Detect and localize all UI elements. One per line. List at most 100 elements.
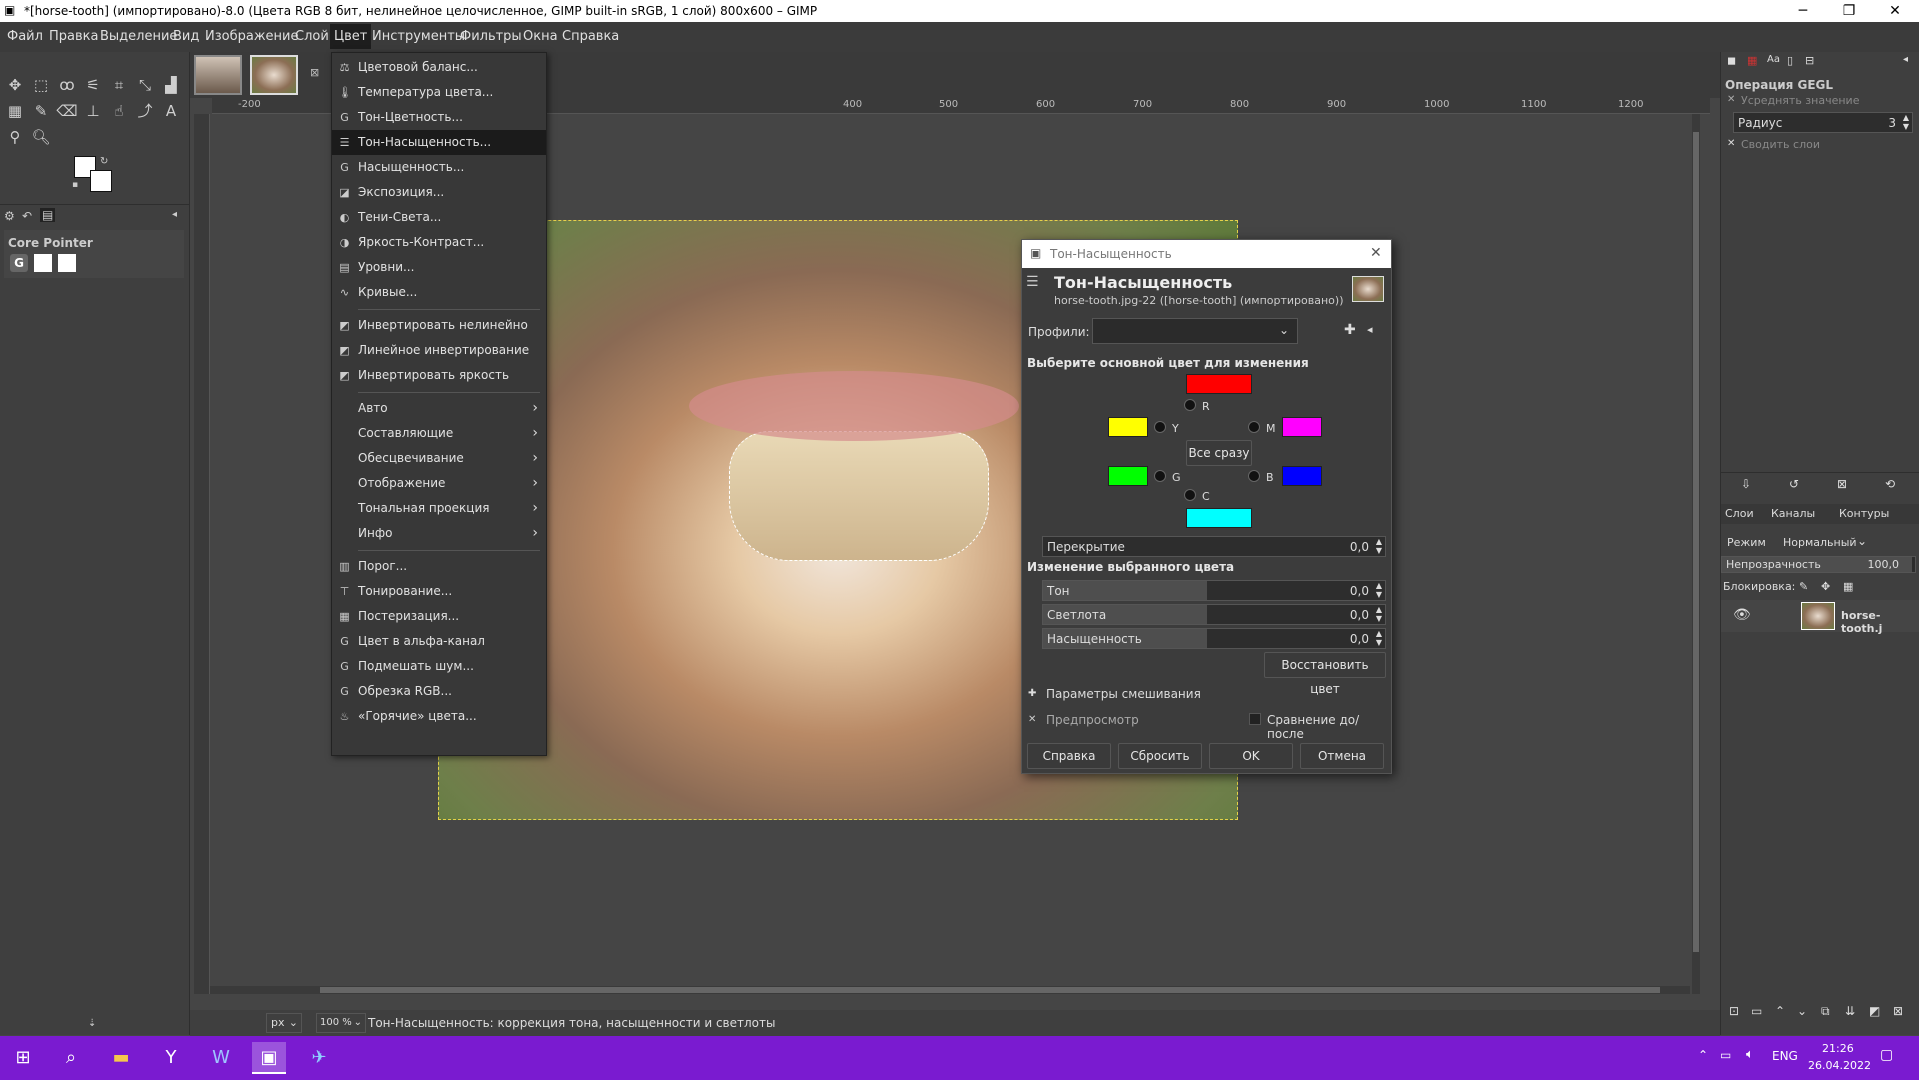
menu-help[interactable]: Справка bbox=[562, 29, 619, 44]
menu-brightness-contrast[interactable]: ◑ Яркость-Контраст... bbox=[332, 230, 546, 255]
move-tool-icon[interactable]: ✥ bbox=[4, 74, 26, 96]
menu-tools[interactable]: Инструменты bbox=[372, 29, 465, 44]
menu-map[interactable]: Отображение › bbox=[332, 471, 546, 496]
close-window-button[interactable]: ✕ bbox=[1872, 0, 1918, 22]
help-button[interactable]: Справка bbox=[1027, 743, 1111, 769]
crop-tool-icon[interactable]: ⌗ bbox=[108, 74, 130, 96]
tool-preset-save-icon[interactable]: ⇩ bbox=[1741, 477, 1751, 491]
tab-paths[interactable]: Контуры bbox=[1839, 507, 1889, 520]
mode-select[interactable]: Нормальный bbox=[1783, 536, 1857, 549]
notifications-icon[interactable]: ▢ bbox=[1880, 1047, 1893, 1063]
merge-checkbox[interactable]: ✕ bbox=[1727, 138, 1735, 149]
tab-fonts-icon[interactable]: Aa bbox=[1767, 54, 1780, 65]
lock-pixels-icon[interactable]: ✎ bbox=[1799, 580, 1808, 593]
color-picker-tool-icon[interactable]: ⚲ bbox=[4, 126, 26, 148]
menu-auto[interactable]: Авто › bbox=[332, 396, 546, 421]
lasso-tool-icon[interactable]: ꝏ bbox=[56, 74, 78, 96]
menu-levels[interactable]: ▤ Уровни... bbox=[332, 255, 546, 280]
saturation-spin[interactable]: Насыщенность 0,0 ▲ ▼ bbox=[1042, 628, 1386, 649]
menu-color[interactable]: Цвет bbox=[330, 24, 372, 49]
profile-menu-icon[interactable]: ◂ bbox=[1367, 323, 1373, 336]
layer-row[interactable]: 👁︎ horse-tooth.j bbox=[1721, 600, 1919, 635]
visibility-eye-icon[interactable]: 👁︎ bbox=[1733, 607, 1751, 623]
menu-linear-invert[interactable]: ◩ Линейное инвертирование bbox=[332, 338, 546, 363]
tab-document-icon[interactable]: ▯ bbox=[1787, 54, 1793, 67]
clock-date[interactable]: 26.04.2022 bbox=[1808, 1059, 1871, 1072]
rect-select-tool-icon[interactable]: ⬚ bbox=[30, 74, 52, 96]
menu-view[interactable]: Вид bbox=[173, 29, 199, 44]
new-layer-icon[interactable]: ⊡ bbox=[1729, 1004, 1739, 1018]
tab-channels[interactable]: Каналы bbox=[1771, 507, 1815, 520]
opacity-spin[interactable]: Непрозрачность 100,0 bbox=[1721, 556, 1916, 573]
overlap-spin[interactable]: Перекрытие 0,0 ▲ ▼ bbox=[1042, 536, 1386, 557]
transform-tool-icon[interactable]: ⤡ bbox=[134, 74, 156, 96]
file-explorer-icon[interactable]: ▬ bbox=[104, 1042, 138, 1074]
blending-options-label[interactable]: Параметры смешивания bbox=[1046, 687, 1201, 701]
reset-color-button[interactable]: Восстановить цвет bbox=[1264, 652, 1386, 696]
menu-edit[interactable]: Правка bbox=[49, 29, 98, 44]
tab-tool-options-icon[interactable]: ◼ bbox=[1727, 54, 1736, 67]
fuzzy-select-tool-icon[interactable]: ⚟ bbox=[82, 74, 104, 96]
paths-tool-icon[interactable]: ⤴ bbox=[134, 100, 156, 122]
radio-red[interactable] bbox=[1184, 399, 1196, 411]
toolbox-bottom-icon[interactable]: ⇣ bbox=[88, 1018, 96, 1029]
search-icon[interactable]: ⌕ bbox=[54, 1042, 88, 1074]
network-icon[interactable]: ▭ bbox=[1720, 1048, 1731, 1062]
gradient-tool-icon[interactable]: ▦ bbox=[4, 100, 26, 122]
radius-spin[interactable]: Радиус 3 ▲ ▼ bbox=[1733, 112, 1913, 133]
radio-magenta[interactable] bbox=[1248, 421, 1260, 433]
menu-invert[interactable]: ◩ Инвертировать нелинейно bbox=[332, 313, 546, 338]
reset-button[interactable]: Сбросить bbox=[1118, 743, 1202, 769]
menu-layer[interactable]: Слой bbox=[295, 29, 329, 44]
gimp-taskbar-icon[interactable]: ▣ bbox=[252, 1042, 286, 1074]
delete-layer-icon[interactable]: ⊠ bbox=[1893, 1004, 1903, 1018]
dock-config-icon[interactable]: ◂ bbox=[1903, 54, 1908, 65]
merge-down-icon[interactable]: ⇊ bbox=[1845, 1004, 1855, 1018]
volume-icon[interactable]: 🔈︎ bbox=[1746, 1047, 1754, 1062]
smudge-tool-icon[interactable]: ☝ bbox=[108, 100, 130, 122]
device-status-tab-icon[interactable]: ▤ bbox=[40, 208, 56, 222]
bucket-fill-tool-icon[interactable]: ▟ bbox=[160, 74, 182, 96]
lock-position-icon[interactable]: ✥ bbox=[1821, 580, 1830, 593]
zoom-tool-icon[interactable]: 🔍︎ bbox=[30, 126, 52, 148]
menu-desaturate[interactable]: Обесцвечивание › bbox=[332, 446, 546, 471]
ok-button[interactable]: OK bbox=[1209, 743, 1293, 769]
menu-shadows-highlights[interactable]: ◐ Тени-Света... bbox=[332, 205, 546, 230]
language-indicator[interactable]: ENG bbox=[1772, 1049, 1798, 1063]
menu-dither[interactable]: G Подмешать шум... bbox=[332, 654, 546, 679]
radio-blue[interactable] bbox=[1248, 470, 1260, 482]
duplicate-layer-icon[interactable]: ⧉ bbox=[1821, 1004, 1830, 1019]
image-tab-horse-tooth[interactable] bbox=[250, 55, 298, 95]
yandex-browser-icon[interactable]: Y bbox=[154, 1042, 188, 1074]
preview-checkbox[interactable]: ✕ bbox=[1028, 714, 1036, 725]
menu-filters[interactable]: Фильтры bbox=[460, 29, 522, 44]
swap-colors-icon[interactable]: ↻ bbox=[100, 156, 108, 167]
menu-tone-mapping[interactable]: Тональная проекция › bbox=[332, 496, 546, 521]
menu-saturation[interactable]: G Насыщенность... bbox=[332, 155, 546, 180]
profiles-select[interactable]: ⌄ bbox=[1092, 318, 1298, 344]
tab-images-icon[interactable]: ⊟ bbox=[1805, 54, 1814, 67]
menu-hue-saturation[interactable]: ☰ Тон-Насыщенность... bbox=[332, 130, 546, 155]
default-colors-icon[interactable]: ▪ bbox=[72, 180, 78, 190]
tool-preset-restore-icon[interactable]: ↺ bbox=[1789, 477, 1799, 491]
tab-brushes-icon[interactable]: ▦ bbox=[1747, 54, 1757, 67]
unit-select[interactable]: px ⌄ bbox=[266, 1013, 302, 1033]
menu-exposure[interactable]: ◪ Экспозиция... bbox=[332, 180, 546, 205]
radio-yellow[interactable] bbox=[1154, 421, 1166, 433]
menu-info[interactable]: Инфо › bbox=[332, 521, 546, 546]
menu-color-balance[interactable]: ⚖ Цветовой баланс... bbox=[332, 55, 546, 80]
tool-preset-delete-icon[interactable]: ⊠ bbox=[1837, 477, 1847, 491]
text-tool-icon[interactable]: A bbox=[160, 100, 182, 122]
tab-layers[interactable]: Слои bbox=[1725, 507, 1754, 520]
close-tab-icon[interactable]: ⊠ bbox=[310, 66, 319, 79]
minimize-button[interactable]: ─ bbox=[1780, 0, 1826, 22]
tray-chevron-icon[interactable]: ⌃ bbox=[1698, 1048, 1708, 1062]
zoom-select[interactable]: 100 % ⌄ bbox=[316, 1013, 366, 1033]
undo-history-tab-icon[interactable]: ↶ bbox=[22, 209, 32, 223]
telegram-icon[interactable]: ✈ bbox=[302, 1042, 336, 1074]
configure-tab-icon[interactable]: ◂ bbox=[172, 209, 177, 220]
menu-threshold[interactable]: ▥ Порог... bbox=[332, 554, 546, 579]
lock-alpha-icon[interactable]: ▦ bbox=[1843, 580, 1853, 593]
raise-layer-icon[interactable]: ⌃ bbox=[1775, 1004, 1785, 1018]
tool-options-tab-icon[interactable]: ⚙ bbox=[4, 209, 15, 223]
